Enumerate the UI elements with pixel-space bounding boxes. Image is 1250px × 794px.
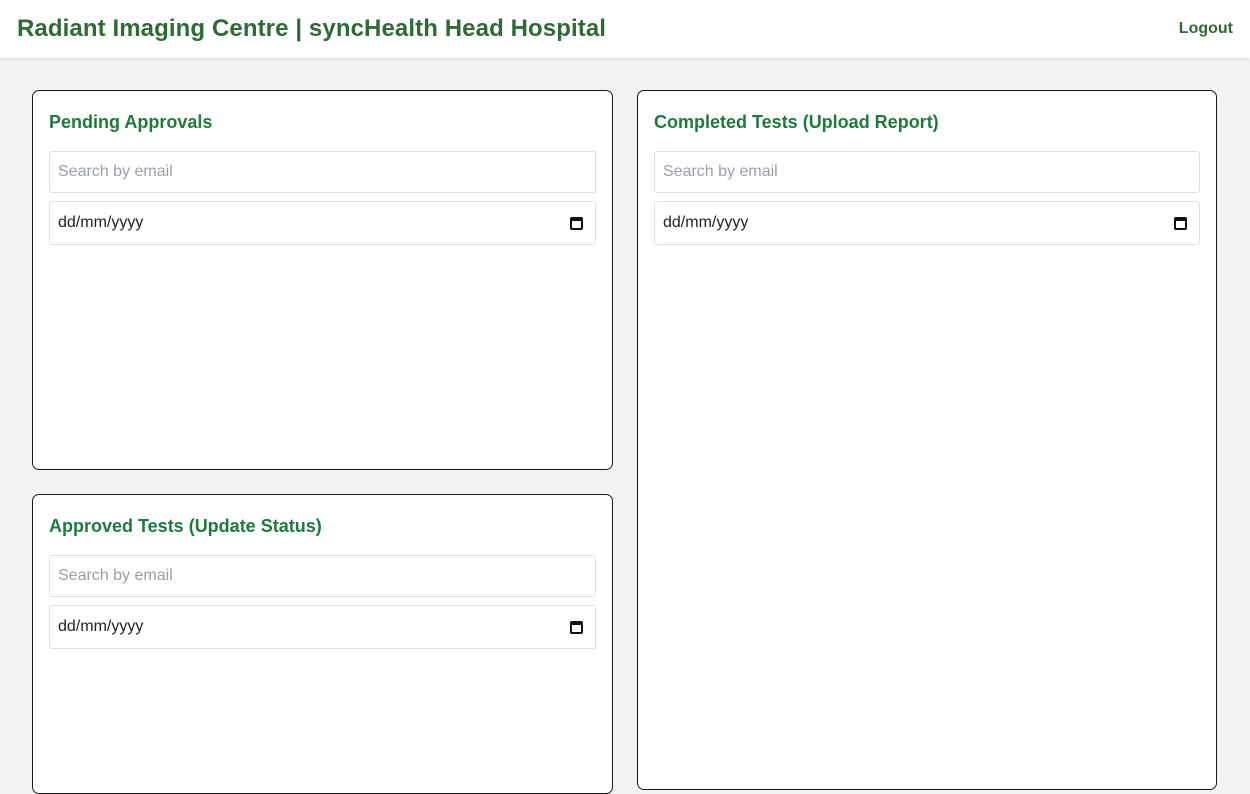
approved-tests-panel: Approved Tests (Update Status) Search by… — [32, 494, 613, 794]
completed-tests-panel: Completed Tests (Upload Report) Search b… — [637, 90, 1217, 790]
completed-tests-title: Completed Tests (Upload Report) — [654, 112, 939, 132]
approved-search-placeholder: Search by email — [58, 567, 173, 584]
completed-search-placeholder: Search by email — [663, 163, 778, 180]
pending-search-input[interactable]: Search by email — [49, 151, 596, 193]
approved-date-value: dd/mm/yyyy — [58, 618, 144, 635]
calendar-icon[interactable] — [570, 216, 583, 230]
pending-date-value: dd/mm/yyyy — [58, 214, 144, 231]
pending-date-input[interactable]: dd/mm/yyyy — [49, 201, 596, 245]
approved-tests-title: Approved Tests (Update Status) — [49, 516, 322, 536]
approved-search-input[interactable]: Search by email — [49, 555, 596, 597]
completed-date-input[interactable]: dd/mm/yyyy — [654, 201, 1200, 245]
app-title: Radiant Imaging Centre | syncHealth Head… — [17, 15, 607, 42]
approved-date-input[interactable]: dd/mm/yyyy — [49, 605, 596, 649]
completed-search-input[interactable]: Search by email — [654, 151, 1200, 193]
calendar-icon[interactable] — [570, 620, 583, 634]
top-navbar: Radiant Imaging Centre | syncHealth Head… — [0, 0, 1250, 58]
calendar-icon[interactable] — [1174, 216, 1187, 230]
pending-approvals-panel: Pending Approvals Search by email dd/mm/… — [32, 90, 613, 470]
pending-approvals-title: Pending Approvals — [49, 112, 213, 132]
pending-search-placeholder: Search by email — [58, 163, 173, 180]
completed-date-value: dd/mm/yyyy — [663, 214, 749, 231]
logout-button[interactable]: Logout — [1179, 20, 1233, 38]
